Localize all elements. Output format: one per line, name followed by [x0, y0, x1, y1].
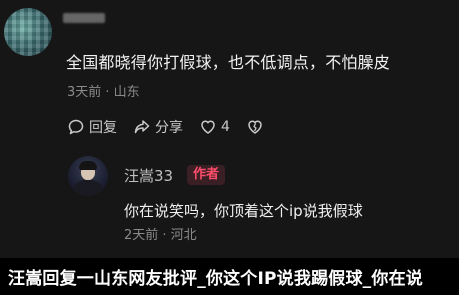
comment-actions: 回复 分享 4	[67, 117, 280, 137]
reply-meta: 2天前 · 河北	[124, 228, 197, 243]
bottom-title-banner: 汪嵩回复一山东网友批评_你这个IP说我踢假球_你在说	[0, 258, 459, 295]
comment-meta: 3天前 · 山东	[67, 85, 140, 100]
reply-button[interactable]: 回复	[67, 117, 117, 137]
reply-text: 你在说笑吗，你顶着这个ip说我假球	[124, 202, 363, 220]
share-button[interactable]: 分享	[133, 117, 183, 137]
banner-text: 汪嵩回复一山东网友批评_你这个IP说我踢假球_你在说	[8, 269, 423, 289]
comment-bubble-icon	[68, 119, 84, 135]
share-arrow-icon	[134, 120, 150, 134]
broken-heart-icon	[248, 120, 262, 134]
like-button[interactable]: 4	[199, 118, 230, 136]
reply-label: 回复	[89, 120, 117, 136]
commenter-username-blurred[interactable]	[63, 13, 105, 23]
comment-text: 全国都晓得你打假球，也不低调点，不怕臊皮	[66, 53, 391, 72]
author-badge: 作者	[187, 165, 226, 185]
reply-username[interactable]: 汪嵩33	[124, 165, 173, 186]
avatar-hair	[79, 161, 97, 170]
share-label: 分享	[155, 120, 183, 136]
heart-icon	[201, 120, 215, 134]
avatar-suit	[73, 180, 103, 196]
dislike-button[interactable]	[246, 118, 264, 136]
commenter-avatar[interactable]	[4, 8, 52, 56]
like-count: 4	[221, 119, 230, 135]
reply-author-avatar[interactable]	[68, 156, 108, 196]
